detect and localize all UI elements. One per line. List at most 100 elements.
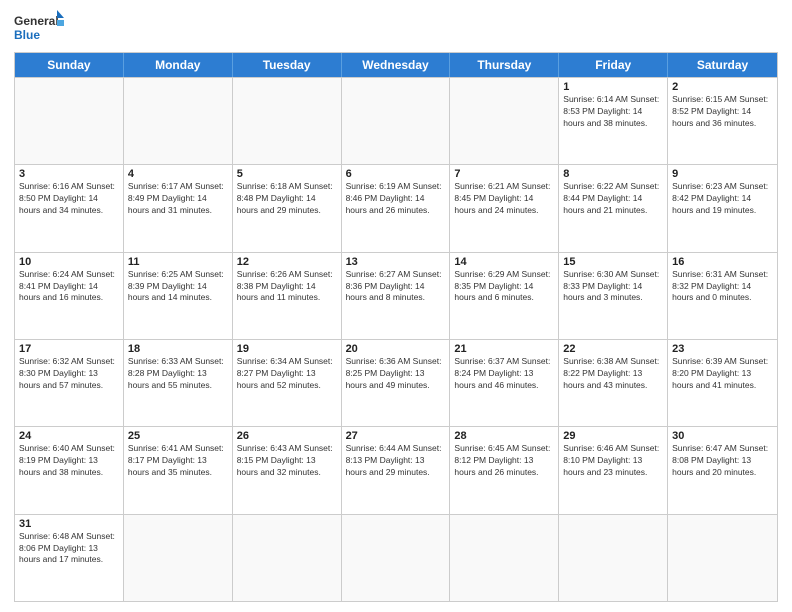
day-number: 16	[672, 256, 773, 268]
day-info: Sunrise: 6:23 AM Sunset: 8:42 PM Dayligh…	[672, 181, 773, 217]
day-cell-16: 16Sunrise: 6:31 AM Sunset: 8:32 PM Dayli…	[668, 253, 777, 339]
calendar-week-3: 17Sunrise: 6:32 AM Sunset: 8:30 PM Dayli…	[15, 339, 777, 426]
day-number: 6	[346, 168, 446, 180]
svg-text:Blue: Blue	[14, 28, 40, 42]
calendar-week-4: 24Sunrise: 6:40 AM Sunset: 8:19 PM Dayli…	[15, 426, 777, 513]
day-number: 11	[128, 256, 228, 268]
day-header-tuesday: Tuesday	[233, 53, 342, 77]
day-cell-empty	[450, 515, 559, 601]
day-cell-12: 12Sunrise: 6:26 AM Sunset: 8:38 PM Dayli…	[233, 253, 342, 339]
page-header: General Blue	[14, 10, 778, 46]
day-cell-11: 11Sunrise: 6:25 AM Sunset: 8:39 PM Dayli…	[124, 253, 233, 339]
day-info: Sunrise: 6:14 AM Sunset: 8:53 PM Dayligh…	[563, 94, 663, 130]
day-cell-28: 28Sunrise: 6:45 AM Sunset: 8:12 PM Dayli…	[450, 427, 559, 513]
calendar-week-2: 10Sunrise: 6:24 AM Sunset: 8:41 PM Dayli…	[15, 252, 777, 339]
calendar-week-1: 3Sunrise: 6:16 AM Sunset: 8:50 PM Daylig…	[15, 164, 777, 251]
day-number: 2	[672, 81, 773, 93]
calendar-body: 1Sunrise: 6:14 AM Sunset: 8:53 PM Daylig…	[15, 77, 777, 601]
day-number: 26	[237, 430, 337, 442]
day-info: Sunrise: 6:30 AM Sunset: 8:33 PM Dayligh…	[563, 269, 663, 305]
day-cell-empty	[233, 78, 342, 164]
day-cell-1: 1Sunrise: 6:14 AM Sunset: 8:53 PM Daylig…	[559, 78, 668, 164]
day-cell-empty	[124, 515, 233, 601]
day-number: 18	[128, 343, 228, 355]
day-cell-22: 22Sunrise: 6:38 AM Sunset: 8:22 PM Dayli…	[559, 340, 668, 426]
day-info: Sunrise: 6:25 AM Sunset: 8:39 PM Dayligh…	[128, 269, 228, 305]
day-info: Sunrise: 6:40 AM Sunset: 8:19 PM Dayligh…	[19, 443, 119, 479]
day-number: 21	[454, 343, 554, 355]
day-info: Sunrise: 6:15 AM Sunset: 8:52 PM Dayligh…	[672, 94, 773, 130]
day-number: 20	[346, 343, 446, 355]
day-cell-empty	[668, 515, 777, 601]
day-info: Sunrise: 6:39 AM Sunset: 8:20 PM Dayligh…	[672, 356, 773, 392]
day-header-thursday: Thursday	[450, 53, 559, 77]
day-cell-empty	[124, 78, 233, 164]
day-info: Sunrise: 6:44 AM Sunset: 8:13 PM Dayligh…	[346, 443, 446, 479]
day-cell-empty	[233, 515, 342, 601]
day-number: 13	[346, 256, 446, 268]
day-info: Sunrise: 6:34 AM Sunset: 8:27 PM Dayligh…	[237, 356, 337, 392]
day-cell-4: 4Sunrise: 6:17 AM Sunset: 8:49 PM Daylig…	[124, 165, 233, 251]
day-info: Sunrise: 6:38 AM Sunset: 8:22 PM Dayligh…	[563, 356, 663, 392]
day-info: Sunrise: 6:36 AM Sunset: 8:25 PM Dayligh…	[346, 356, 446, 392]
day-number: 12	[237, 256, 337, 268]
day-info: Sunrise: 6:16 AM Sunset: 8:50 PM Dayligh…	[19, 181, 119, 217]
day-info: Sunrise: 6:18 AM Sunset: 8:48 PM Dayligh…	[237, 181, 337, 217]
day-cell-15: 15Sunrise: 6:30 AM Sunset: 8:33 PM Dayli…	[559, 253, 668, 339]
day-number: 28	[454, 430, 554, 442]
day-info: Sunrise: 6:29 AM Sunset: 8:35 PM Dayligh…	[454, 269, 554, 305]
day-number: 14	[454, 256, 554, 268]
day-cell-empty	[559, 515, 668, 601]
day-cell-25: 25Sunrise: 6:41 AM Sunset: 8:17 PM Dayli…	[124, 427, 233, 513]
day-number: 24	[19, 430, 119, 442]
day-info: Sunrise: 6:26 AM Sunset: 8:38 PM Dayligh…	[237, 269, 337, 305]
day-number: 27	[346, 430, 446, 442]
day-info: Sunrise: 6:22 AM Sunset: 8:44 PM Dayligh…	[563, 181, 663, 217]
day-cell-20: 20Sunrise: 6:36 AM Sunset: 8:25 PM Dayli…	[342, 340, 451, 426]
day-header-saturday: Saturday	[668, 53, 777, 77]
day-cell-14: 14Sunrise: 6:29 AM Sunset: 8:35 PM Dayli…	[450, 253, 559, 339]
day-info: Sunrise: 6:17 AM Sunset: 8:49 PM Dayligh…	[128, 181, 228, 217]
calendar-week-0: 1Sunrise: 6:14 AM Sunset: 8:53 PM Daylig…	[15, 77, 777, 164]
day-number: 19	[237, 343, 337, 355]
day-info: Sunrise: 6:45 AM Sunset: 8:12 PM Dayligh…	[454, 443, 554, 479]
day-number: 9	[672, 168, 773, 180]
day-cell-30: 30Sunrise: 6:47 AM Sunset: 8:08 PM Dayli…	[668, 427, 777, 513]
day-info: Sunrise: 6:27 AM Sunset: 8:36 PM Dayligh…	[346, 269, 446, 305]
day-cell-6: 6Sunrise: 6:19 AM Sunset: 8:46 PM Daylig…	[342, 165, 451, 251]
logo-svg: General Blue	[14, 10, 64, 46]
day-cell-9: 9Sunrise: 6:23 AM Sunset: 8:42 PM Daylig…	[668, 165, 777, 251]
day-info: Sunrise: 6:19 AM Sunset: 8:46 PM Dayligh…	[346, 181, 446, 217]
day-cell-empty	[342, 78, 451, 164]
day-number: 23	[672, 343, 773, 355]
day-info: Sunrise: 6:37 AM Sunset: 8:24 PM Dayligh…	[454, 356, 554, 392]
day-cell-29: 29Sunrise: 6:46 AM Sunset: 8:10 PM Dayli…	[559, 427, 668, 513]
day-info: Sunrise: 6:48 AM Sunset: 8:06 PM Dayligh…	[19, 531, 119, 567]
day-info: Sunrise: 6:33 AM Sunset: 8:28 PM Dayligh…	[128, 356, 228, 392]
day-number: 10	[19, 256, 119, 268]
day-header-monday: Monday	[124, 53, 233, 77]
day-cell-31: 31Sunrise: 6:48 AM Sunset: 8:06 PM Dayli…	[15, 515, 124, 601]
day-number: 7	[454, 168, 554, 180]
day-number: 8	[563, 168, 663, 180]
calendar-header-row: SundayMondayTuesdayWednesdayThursdayFrid…	[15, 53, 777, 77]
day-header-wednesday: Wednesday	[342, 53, 451, 77]
day-info: Sunrise: 6:24 AM Sunset: 8:41 PM Dayligh…	[19, 269, 119, 305]
day-number: 31	[19, 518, 119, 530]
day-number: 17	[19, 343, 119, 355]
day-cell-8: 8Sunrise: 6:22 AM Sunset: 8:44 PM Daylig…	[559, 165, 668, 251]
day-header-friday: Friday	[559, 53, 668, 77]
day-number: 5	[237, 168, 337, 180]
day-cell-23: 23Sunrise: 6:39 AM Sunset: 8:20 PM Dayli…	[668, 340, 777, 426]
day-cell-18: 18Sunrise: 6:33 AM Sunset: 8:28 PM Dayli…	[124, 340, 233, 426]
day-number: 29	[563, 430, 663, 442]
day-cell-empty	[15, 78, 124, 164]
svg-text:General: General	[14, 14, 59, 28]
day-cell-26: 26Sunrise: 6:43 AM Sunset: 8:15 PM Dayli…	[233, 427, 342, 513]
day-info: Sunrise: 6:41 AM Sunset: 8:17 PM Dayligh…	[128, 443, 228, 479]
day-info: Sunrise: 6:31 AM Sunset: 8:32 PM Dayligh…	[672, 269, 773, 305]
day-info: Sunrise: 6:47 AM Sunset: 8:08 PM Dayligh…	[672, 443, 773, 479]
day-cell-3: 3Sunrise: 6:16 AM Sunset: 8:50 PM Daylig…	[15, 165, 124, 251]
day-number: 4	[128, 168, 228, 180]
day-number: 15	[563, 256, 663, 268]
